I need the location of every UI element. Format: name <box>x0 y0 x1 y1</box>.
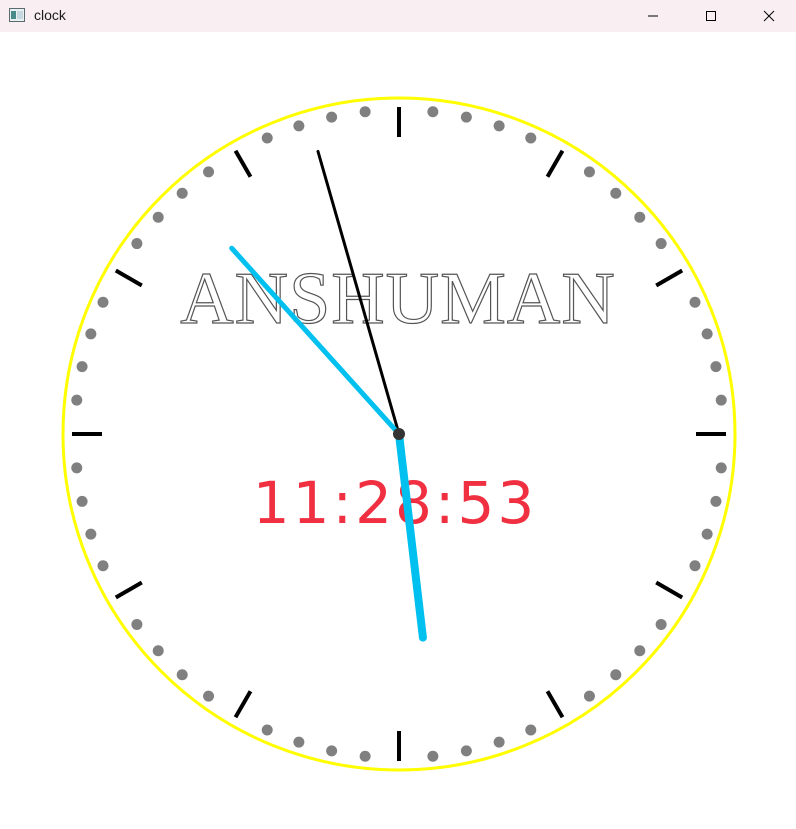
minute-dot <box>326 111 338 123</box>
maximize-icon <box>705 10 717 22</box>
minute-dot <box>71 394 83 406</box>
minute-dot <box>493 736 505 748</box>
hour-mark <box>114 268 143 288</box>
hour-mark <box>233 149 253 178</box>
minute-dot <box>634 645 646 657</box>
minute-dot <box>131 618 143 630</box>
maximize-button[interactable] <box>688 0 734 32</box>
hour-mark <box>545 690 565 719</box>
hour-mark <box>655 580 684 600</box>
minute-dot <box>359 106 371 118</box>
minute-dot <box>701 528 713 540</box>
minute-dot <box>152 211 164 223</box>
minute-dot <box>427 750 439 762</box>
minute-dot <box>715 462 727 474</box>
app-window-icon <box>9 8 25 22</box>
minute-dot <box>610 669 622 681</box>
minute-dot <box>261 132 273 144</box>
minute-dot <box>583 690 595 702</box>
digital-time-text: 11:28:53 <box>253 469 538 537</box>
minute-dot <box>460 745 472 757</box>
clock-name-text: ANSHUMAN <box>180 258 616 340</box>
minute-dot <box>97 296 109 308</box>
minute-dot <box>293 120 305 132</box>
minute-dot <box>176 669 188 681</box>
minute-dot <box>583 166 595 178</box>
close-icon <box>763 10 775 22</box>
minute-dot <box>460 111 472 123</box>
minute-dot <box>427 106 439 118</box>
close-button[interactable] <box>746 0 792 32</box>
minute-dot <box>655 618 667 630</box>
minute-dot <box>176 187 188 199</box>
minimize-icon <box>647 10 659 22</box>
minute-dot <box>85 328 97 340</box>
hour-mark <box>233 690 253 719</box>
minute-dot <box>634 211 646 223</box>
minute-dot <box>655 238 667 250</box>
minute-dot <box>261 724 273 736</box>
center-pin <box>393 428 405 440</box>
minute-dot <box>131 238 143 250</box>
minute-dot <box>701 328 713 340</box>
clock-hands <box>229 149 427 642</box>
minute-dot <box>76 495 88 507</box>
minute-dot <box>76 361 88 373</box>
window-title: clock <box>34 7 66 23</box>
minute-dot <box>710 361 722 373</box>
title-bar[interactable]: clock <box>0 0 796 32</box>
minute-dot <box>326 745 338 757</box>
minute-dot <box>152 645 164 657</box>
minute-dot <box>293 736 305 748</box>
minute-dot <box>715 394 727 406</box>
hour-mark <box>545 149 565 178</box>
minute-dot <box>97 560 109 572</box>
clock-face: ANSHUMAN 11:28:53 <box>61 96 737 772</box>
minute-dot <box>710 495 722 507</box>
hour-mark <box>114 580 143 600</box>
minute-dot <box>689 296 701 308</box>
minute-dot <box>71 462 83 474</box>
minimize-button[interactable] <box>630 0 676 32</box>
minute-dot <box>610 187 622 199</box>
minute-dot <box>525 132 537 144</box>
minute-dot <box>525 724 537 736</box>
minute-dot <box>689 560 701 572</box>
minute-dot <box>493 120 505 132</box>
minute-dot <box>203 690 215 702</box>
minute-dot <box>85 528 97 540</box>
hour-mark <box>655 268 684 288</box>
minute-dot <box>203 166 215 178</box>
minute-dot <box>359 750 371 762</box>
clock-canvas: ANSHUMAN 11:28:53 <box>0 32 796 829</box>
